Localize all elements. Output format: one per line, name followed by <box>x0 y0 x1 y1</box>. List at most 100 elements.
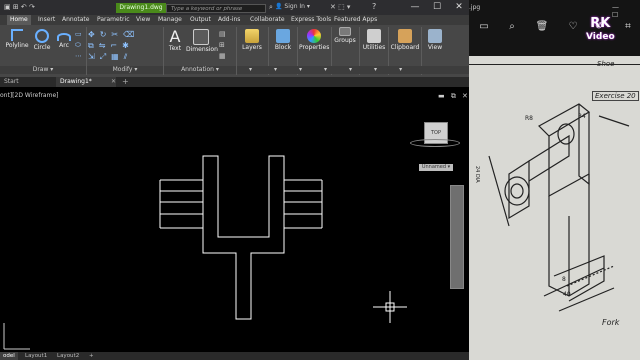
layers-icon <box>245 29 259 43</box>
tab-annotate[interactable]: Annotate <box>59 15 92 25</box>
view-icon <box>428 29 442 43</box>
tab-output[interactable]: Output <box>187 15 214 25</box>
tab-model[interactable]: odel <box>0 352 18 360</box>
text-label: Text <box>168 45 182 52</box>
calculator-icon <box>367 29 381 43</box>
modify-tools[interactable]: ✥↻✂⌫ ⧉⇋⌐✱ ⇲⤢▦⫽ <box>88 29 160 63</box>
draw-small-icons[interactable]: ▭ ⬭ ⋯ <box>75 29 85 62</box>
drawing-svg[interactable] <box>0 87 469 353</box>
view-label: View <box>427 44 443 51</box>
scale-icon[interactable]: ⤢ <box>100 52 111 61</box>
tab-layout2[interactable]: Layout2 <box>54 352 82 360</box>
fork-outline[interactable] <box>202 155 285 320</box>
move-icon[interactable]: ✥ <box>88 30 100 39</box>
favorite-icon[interactable]: ♡ <box>566 20 580 34</box>
arc-icon <box>57 33 71 41</box>
offset-icon[interactable]: ⫽ <box>124 52 133 61</box>
search-icon[interactable]: ⌕ <box>269 3 273 12</box>
boss-right[interactable] <box>284 179 323 229</box>
user-icon: 👤 <box>275 3 283 10</box>
tab-parametric[interactable]: Parametric <box>94 15 133 25</box>
mirror-icon[interactable]: ⇋ <box>99 41 111 50</box>
photo-drawing <box>469 64 640 312</box>
maximize-button[interactable]: ☐ <box>426 0 448 15</box>
clipboard-tool[interactable]: Clipboard <box>390 29 420 51</box>
utilities-tool[interactable]: Utilities <box>362 29 386 51</box>
tab-manage[interactable]: Manage <box>155 15 185 25</box>
layout-tabs: odel Layout1 Layout2 + <box>0 352 469 360</box>
polyline-label: Polyline <box>5 42 29 49</box>
text-tool[interactable]: A Text <box>166 28 184 52</box>
view-tool[interactable]: View <box>424 29 446 51</box>
quick-access-icons[interactable]: ▣ ⊞ ↶ ↷ <box>4 3 35 11</box>
polyline-icon <box>11 29 23 41</box>
erase-icon[interactable]: ⌫ <box>123 30 139 39</box>
dimension-icon <box>193 29 209 45</box>
ucs-menu-label: Unnamed <box>421 164 447 170</box>
exchange-icon[interactable]: ✕ ⬚ ▾ <box>330 3 350 11</box>
clipboard-icon <box>398 29 412 43</box>
layers-tool[interactable]: Layers <box>240 29 264 51</box>
tab-home[interactable]: Home <box>7 15 31 25</box>
circle-icon <box>35 29 49 43</box>
stretch-icon[interactable]: ⇲ <box>88 52 100 61</box>
add-layout-button[interactable]: + <box>86 352 97 360</box>
panel-draw[interactable]: Draw ▾ <box>0 66 86 74</box>
sign-in-button[interactable]: 👤 Sign In ▾ <box>275 3 310 10</box>
circle-tool[interactable]: Circle <box>32 29 52 51</box>
file-tabs: Start Drawing1* ✕ + <box>0 77 469 87</box>
properties-label: Properties <box>299 44 330 51</box>
tab-view[interactable]: View <box>133 15 153 25</box>
close-tab-icon[interactable]: ✕ <box>111 78 116 85</box>
tab-add-ins[interactable]: Add-ins <box>215 15 243 25</box>
copy-icon[interactable]: ⧉ <box>88 41 99 50</box>
panel-modify[interactable]: Modify ▾ <box>87 66 163 74</box>
panel-modify-label: Modify <box>112 66 133 73</box>
block-tool[interactable]: Block <box>271 29 295 51</box>
help-button[interactable]: ? <box>372 2 376 11</box>
trim-icon[interactable]: ✂ <box>111 30 123 39</box>
window-title: Drawing1.dwg <box>116 3 166 13</box>
new-tab-button[interactable]: + <box>122 77 129 86</box>
viewcube-ring[interactable] <box>410 139 460 147</box>
file-tab-start[interactable]: Start <box>0 77 58 87</box>
slideshow-icon[interactable]: ▭ <box>477 20 491 34</box>
panel-draw-label: Draw <box>32 66 49 73</box>
panel-annotation[interactable]: Annotation ▾ <box>164 66 236 74</box>
dimension-tool[interactable]: Dimension <box>186 29 218 53</box>
viewer-filename: .jpg <box>469 4 481 11</box>
search-input[interactable]: Type a keyword or phrase <box>166 4 266 13</box>
watermark-logo: RK Video <box>586 17 615 43</box>
array-icon[interactable]: ▦ <box>111 52 124 61</box>
viewer-window-controls[interactable]: — ☐ <box>612 3 640 19</box>
ribbon-tabs: Home Insert Annotate Parametric View Man… <box>0 15 469 25</box>
watermark-line2: Video <box>586 32 615 42</box>
tab-layout1[interactable]: Layout1 <box>22 352 50 360</box>
tab-express-tools[interactable]: Express Tools <box>288 15 334 25</box>
close-button[interactable]: ✕ <box>448 0 470 15</box>
properties-tool[interactable]: Properties <box>299 29 329 51</box>
tab-insert[interactable]: Insert <box>35 15 58 25</box>
ucs-icon <box>3 323 30 350</box>
zoom-icon[interactable]: ⌕ <box>505 20 519 34</box>
polyline-tool[interactable]: Polyline <box>4 29 30 49</box>
delete-icon[interactable]: 🗑 <box>535 20 549 34</box>
arc-tool[interactable]: Arc <box>55 29 73 49</box>
tab-featured-apps[interactable]: Featured Apps <box>331 15 380 25</box>
tab-collaborate[interactable]: Collaborate <box>247 15 288 25</box>
file-tab-drawing1[interactable]: Drawing1* <box>56 77 116 87</box>
panel-expanders[interactable]: ▾▾▾▾▾▾▾ <box>237 66 469 74</box>
crop-icon[interactable]: ⌗ <box>621 20 635 34</box>
rotate-icon[interactable]: ↻ <box>100 30 112 39</box>
explode-icon[interactable]: ✱ <box>122 41 134 50</box>
boss-left[interactable] <box>159 179 203 229</box>
navigation-bar[interactable] <box>450 185 464 289</box>
ucs-menu[interactable]: Unnamed ▾ <box>419 164 453 171</box>
fillet-icon[interactable]: ⌐ <box>110 41 122 50</box>
groups-tool[interactable]: Groups <box>333 27 357 44</box>
minimize-button[interactable]: — <box>404 0 426 15</box>
sign-in-label: Sign In <box>284 3 305 10</box>
groups-icon <box>339 27 351 36</box>
panel-annotation-label: Annotation <box>181 66 214 73</box>
annotation-small-icons[interactable]: ▤ ⊞ ▦ <box>219 29 229 62</box>
